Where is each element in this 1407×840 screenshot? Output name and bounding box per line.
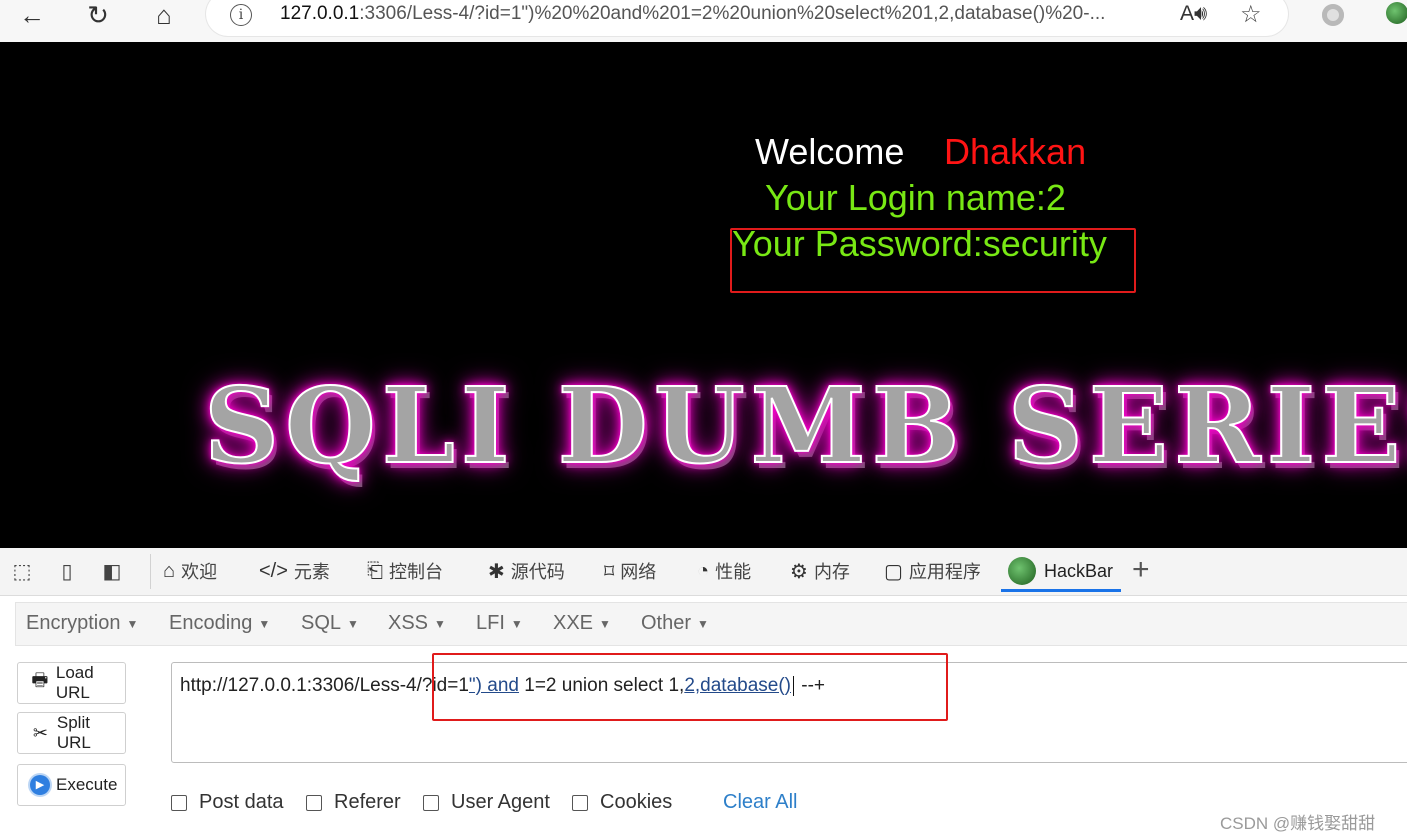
load-url-icon: 🖶︎ <box>31 670 49 690</box>
chip-icon: ⚙ <box>790 560 808 583</box>
extension-icon[interactable] <box>1322 4 1344 26</box>
login-name-result: Your Login name:2 <box>765 177 1066 218</box>
user-agent-checkbox[interactable]: User Agent <box>423 791 550 814</box>
menu-encoding[interactable]: Encoding ▼ <box>169 612 270 635</box>
hackbar-extension-icon[interactable] <box>1386 2 1407 24</box>
home-icon: ⌂ <box>163 559 176 582</box>
divider <box>150 554 151 589</box>
caret-down-icon: ▼ <box>347 616 359 631</box>
clear-all-link[interactable]: Clear All <box>723 791 797 814</box>
device-emulation-icon[interactable]: ▯ <box>55 559 79 583</box>
tab-application[interactable]: ▢ 应用程序 <box>884 556 981 586</box>
active-tab-indicator <box>1001 589 1121 592</box>
address-bar-url[interactable]: 127.0.0.1:3306/Less-4/?id=1")%20%20and%2… <box>280 3 1180 25</box>
checkbox-icon[interactable] <box>171 794 187 811</box>
hackbar-logo-icon <box>1008 557 1036 585</box>
checkbox-icon[interactable] <box>423 794 439 811</box>
play-icon: ▶ <box>30 775 50 795</box>
menu-encryption[interactable]: Encryption ▼ <box>26 612 138 635</box>
sqli-banner: SQLI DUMB SERIES <box>203 363 1407 488</box>
tab-memory[interactable]: ⚙ 内存 <box>790 556 850 586</box>
url-host: 127.0.0.1 <box>280 3 360 24</box>
devtools-tab-strip: ⬚ ▯ ◧ ⌂ 欢迎 </> 元素 ⎗ 控制台 ✱ 源代码 ⌑ 网络 ◔ 性能 ⚙ 内存 ▢ 应… <box>0 548 1407 596</box>
tab-console[interactable]: ⎗ 控制台 <box>367 556 443 586</box>
menu-xss[interactable]: XSS ▼ <box>388 612 446 635</box>
menu-xxe[interactable]: XXE ▼ <box>553 612 611 635</box>
address-bar[interactable]: i 127.0.0.1:3306/Less-4/?id=1")%20%20and… <box>206 0 1288 36</box>
tab-performance[interactable]: ◔ 性能 <box>697 556 751 586</box>
gauge-icon: ◔ <box>697 559 710 582</box>
referer-checkbox[interactable]: Referer <box>306 791 401 814</box>
code-icon: </> <box>259 559 288 582</box>
home-icon[interactable]: ⌂ <box>144 0 184 30</box>
cookies-checkbox[interactable]: Cookies <box>572 791 672 814</box>
menu-lfi[interactable]: LFI ▼ <box>476 612 523 635</box>
load-url-button[interactable]: 🖶︎ Load URL <box>17 662 126 704</box>
welcome-text: Welcome <box>755 131 905 172</box>
favorite-star-icon[interactable]: ☆ <box>1240 0 1262 29</box>
watermark: CSDN @赚钱娶甜甜 <box>1220 814 1376 833</box>
menu-other[interactable]: Other ▼ <box>641 612 709 635</box>
inspect-element-icon[interactable]: ⬚ <box>10 559 34 583</box>
highlight-box <box>432 653 948 721</box>
menu-sql[interactable]: SQL ▼ <box>301 612 359 635</box>
add-tab-icon[interactable]: + <box>1132 553 1150 587</box>
info-icon[interactable]: i <box>230 4 252 26</box>
highlight-box <box>730 228 1136 293</box>
welcome-name: Dhakkan <box>944 131 1087 172</box>
console-icon: ⎗ <box>367 559 383 582</box>
tab-hackbar[interactable]: HackBar <box>1008 556 1113 586</box>
execute-button[interactable]: ▶ Execute <box>17 764 126 806</box>
tab-network[interactable]: ⌑ 网络 <box>604 556 656 586</box>
tab-sources[interactable]: ✱ 源代码 <box>488 556 565 586</box>
reload-icon[interactable]: ↻ <box>78 0 118 30</box>
caret-down-icon: ▼ <box>697 616 709 631</box>
app-icon: ▢ <box>884 560 903 583</box>
checkbox-icon[interactable] <box>572 794 588 811</box>
page-viewport: Welcome Dhakkan Your Login name:2 Your P… <box>0 42 1407 548</box>
bug-icon: ✱ <box>488 560 505 583</box>
caret-down-icon: ▼ <box>599 616 611 631</box>
url-path: :3306/Less-4/?id=1")%20%20and%201=2%20un… <box>359 3 1106 24</box>
dock-side-icon[interactable]: ◧ <box>100 559 124 583</box>
hackbar-menu: Encryption ▼ Encoding ▼ SQL ▼ XSS ▼ LFI ▼ XXE… <box>15 602 1407 646</box>
caret-down-icon: ▼ <box>126 616 139 631</box>
back-arrow-icon[interactable]: ← <box>12 0 52 30</box>
caret-down-icon: ▼ <box>510 616 523 631</box>
read-aloud-icon[interactable]: A⁩🔊︎ <box>1180 2 1207 26</box>
browser-toolbar: ← ↻ ⌂ i 127.0.0.1:3306/Less-4/?id=1")%20… <box>0 0 1407 42</box>
wifi-icon: ⌑ <box>604 560 615 583</box>
caret-down-icon: ▼ <box>434 616 446 631</box>
post-data-checkbox[interactable]: Post data <box>171 791 284 814</box>
scissors-icon: ✂ <box>32 722 48 743</box>
caret-down-icon: ▼ <box>258 616 271 631</box>
checkbox-icon[interactable] <box>306 794 322 811</box>
tab-elements[interactable]: </> 元素 <box>259 556 330 586</box>
split-url-button[interactable]: ✂ Split URL <box>17 712 126 754</box>
tab-welcome[interactable]: ⌂ 欢迎 <box>163 556 217 586</box>
